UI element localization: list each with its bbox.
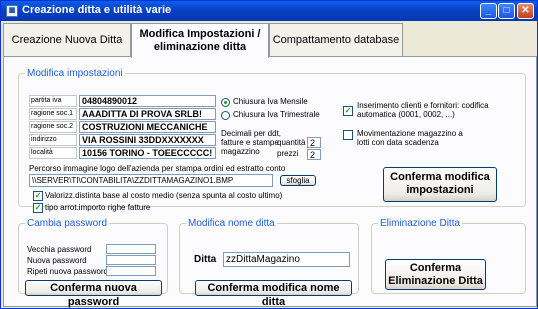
password-legend: Cambia password: [27, 218, 108, 229]
indirizzo-label: indirizzo: [29, 134, 77, 146]
ragione-soc1-field[interactable]: AAADITTA DI PROVA SRLB!: [79, 108, 216, 120]
close-icon[interactable]: ✕: [517, 3, 534, 19]
ragione-soc1-label: ragione soc.1: [29, 108, 77, 120]
settings-legend: Modifica impostazioni: [27, 68, 123, 79]
ragione-soc2-label: ragione soc.2: [29, 121, 77, 133]
delete-legend: Eliminazione Ditta: [380, 218, 461, 229]
password-group: Cambia password Vecchia password Nuova p…: [18, 218, 168, 308]
tab-compattamento-database[interactable]: Compattamento database: [269, 23, 403, 57]
window-title: Creazione ditta e utilità varie: [22, 4, 172, 16]
new-password-field[interactable]: [106, 255, 156, 265]
app-window: ▦ Creazione ditta e utilità varie _ □ ✕ …: [0, 0, 538, 309]
repeat-password-field[interactable]: [106, 266, 156, 276]
partita-iva-label: partita iva: [29, 95, 77, 107]
decimals-label: Decimali per ddt, fatture e stampe magaz…: [221, 129, 282, 156]
iva-mensile-radio[interactable]: [221, 98, 230, 107]
delete-group: Eliminazione Ditta Conferma Eliminazione…: [371, 218, 526, 294]
app-icon: ▦: [6, 5, 18, 17]
confirm-password-button[interactable]: Conferma nuova password: [25, 280, 162, 308]
logo-path-field[interactable]: \\SERVER\TI\CONTABILITA\ZZDITTAMAGAZINO1…: [29, 174, 273, 187]
indirizzo-field[interactable]: VIA ROSSINI 33DDXXXXXXX: [79, 134, 216, 146]
quantity-decimals-field[interactable]: 2: [307, 137, 321, 148]
partita-iva-field[interactable]: 04804890012: [79, 95, 216, 107]
iva-mensile-label: Chiusura Iva Mensile: [233, 97, 308, 106]
repeat-password-label: Ripeti nuova password: [27, 267, 108, 276]
logo-path-label: Percorso immagine logo dell'azienda per …: [29, 164, 286, 173]
tab-strip: Creazione Nuova Ditta Modifica Impostazi…: [3, 23, 537, 58]
new-password-label: Nuova password: [27, 256, 87, 265]
ditta-label: Ditta: [194, 254, 217, 265]
auto-code-checkbox[interactable]: ✓: [343, 106, 353, 116]
iva-trimestrale-radio[interactable]: [221, 111, 230, 120]
rename-group: Modifica nome ditta Ditta zzDittaMagazin…: [179, 218, 359, 308]
auto-code-label: Inserimento clienti e fornitori: codific…: [357, 101, 489, 119]
tab-panel: Modifica impostazioni partita iva 048048…: [3, 56, 537, 308]
maximize-icon[interactable]: □: [498, 3, 515, 19]
price-decimals-field[interactable]: 2: [307, 149, 321, 160]
settings-group: Modifica impostazioni partita iva 048048…: [18, 68, 526, 213]
browse-button[interactable]: sfoglia: [280, 175, 316, 186]
minimize-icon[interactable]: _: [480, 3, 497, 19]
old-password-label: Vecchia password: [27, 245, 92, 254]
lots-label: Movimentazione magazzino a lotti con dat…: [357, 129, 463, 147]
ditta-name-field[interactable]: zzDittaMagazino: [223, 252, 350, 267]
old-password-field[interactable]: [106, 244, 156, 254]
prices-label: prezzi: [277, 149, 299, 158]
rounding-label: tipo arrot.importo righe fatture: [45, 203, 151, 212]
localita-label: località: [29, 147, 77, 159]
iva-trimestrale-label: Chiusura Iva Trimestrale: [233, 110, 320, 119]
avg-cost-checkbox[interactable]: ✓: [33, 191, 43, 201]
rounding-checkbox[interactable]: ✓: [33, 203, 43, 213]
ragione-soc2-field[interactable]: COSTRUZIONI MECCANICHE: [79, 121, 216, 133]
tab-modifica-impostazioni[interactable]: Modifica Impostazioni / eliminazione dit…: [131, 23, 269, 58]
rename-legend: Modifica nome ditta: [188, 218, 275, 229]
confirm-rename-button[interactable]: Conferma modifica nome ditta: [195, 280, 352, 308]
confirm-settings-button[interactable]: Conferma modifica impostazioni: [383, 167, 497, 202]
lots-checkbox[interactable]: [343, 130, 353, 140]
avg-cost-label: Valorizz.distinta base al costo medio (s…: [45, 191, 283, 200]
localita-field[interactable]: 10156 TORINO - TOEECCCCC!: [79, 147, 216, 159]
tab-creazione-nuova-ditta[interactable]: Creazione Nuova Ditta: [3, 23, 131, 57]
quantity-label: quantità: [277, 138, 306, 147]
title-bar: ▦ Creazione ditta e utilità varie _ □ ✕: [1, 1, 537, 21]
confirm-delete-button[interactable]: Conferma Eliminazione Ditta: [385, 259, 486, 290]
